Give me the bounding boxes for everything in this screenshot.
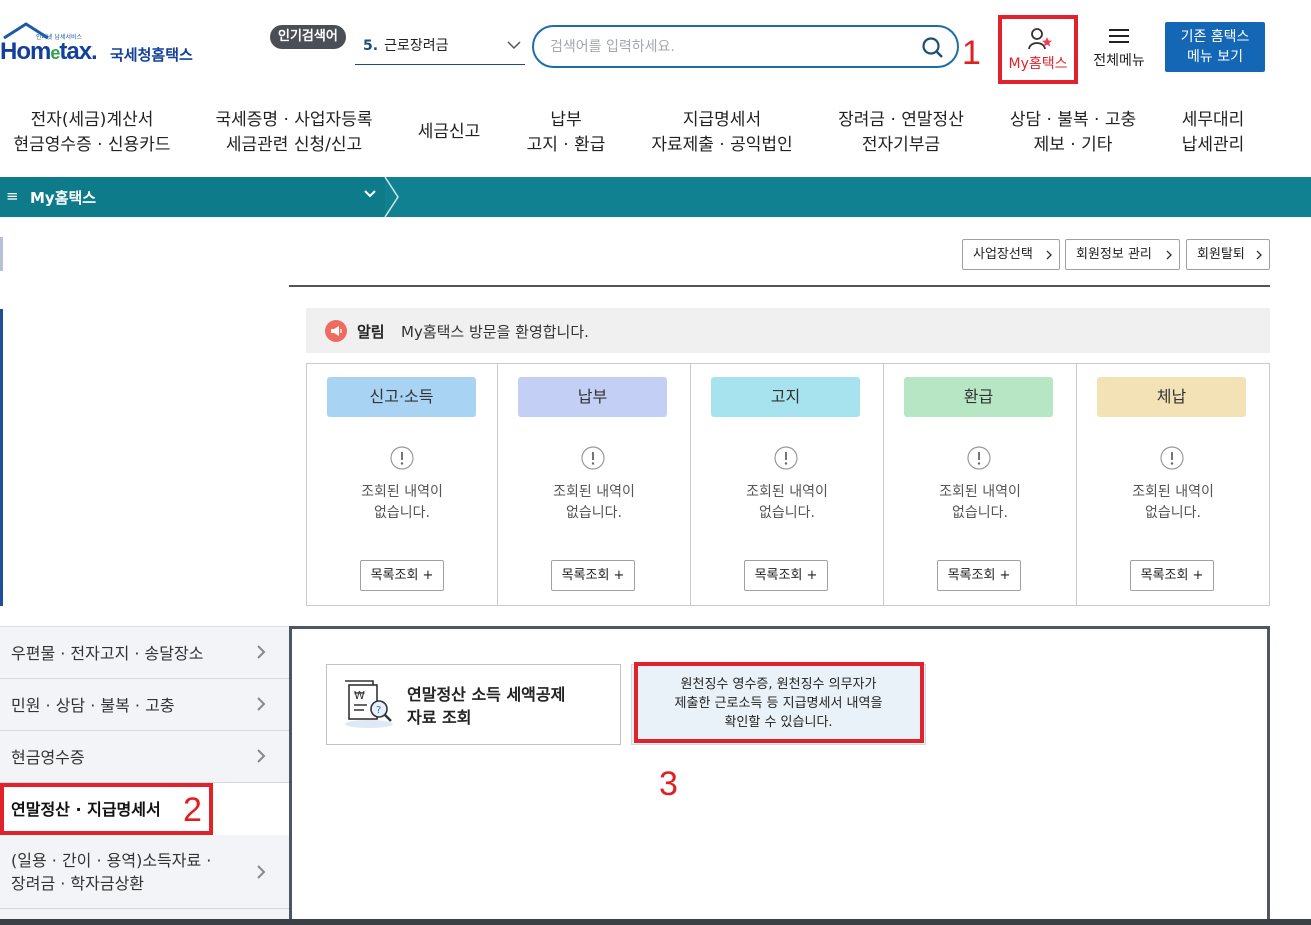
popular-search-select[interactable]: 5. 근로장려금 bbox=[355, 33, 525, 65]
nav-incentive[interactable]: 장려금 · 연말정산 전자기부금 bbox=[838, 108, 964, 158]
card-header: 신고·소득 bbox=[327, 377, 476, 417]
nav-payment-statement[interactable]: 지급명세서 자료제출 · 공익법인 bbox=[651, 108, 792, 158]
section-divider bbox=[289, 285, 1270, 287]
status-card-notice: 고지 조회된 내역이 없습니다. 목록조회 + bbox=[691, 364, 884, 605]
card-empty-text: 조회된 내역이 없습니다. bbox=[1132, 484, 1214, 521]
notice-message: My홈택스 방문을 환영합니다. bbox=[401, 323, 589, 341]
left-accent-bar bbox=[0, 309, 3, 606]
feature-title: 연말정산 소득 세액공제 자료 조회 bbox=[407, 685, 566, 727]
exclamation-icon bbox=[390, 446, 414, 470]
side-item-income-data[interactable]: (일용 · 간이 · 용역)소득자료 · 장려금 · 학자금상환 bbox=[0, 835, 290, 909]
highlight-box-3 bbox=[634, 662, 924, 743]
popular-search-badge: 인기검색어 bbox=[270, 25, 346, 49]
hometax-logo[interactable]: 인터넷 납세서비스 Hometax. 국세청홈택스 bbox=[0, 22, 210, 72]
main-navigation: 전자(세금)계산서 현금영수증 · 신용카드 국세증명 · 사업자등록 세금관련 신… bbox=[0, 96, 1311, 166]
chevron-right-icon bbox=[257, 645, 266, 659]
member-info-button[interactable]: 회원정보 관리 bbox=[1065, 239, 1180, 270]
exclamation-icon bbox=[581, 446, 605, 470]
chevron-right-icon bbox=[257, 865, 266, 879]
logo-subtitle: 국세청홈택스 bbox=[110, 46, 193, 64]
breadcrumb-menu-icon[interactable]: ≡ bbox=[6, 187, 19, 205]
svg-text:?: ? bbox=[376, 705, 381, 716]
card-empty-text: 조회된 내역이 없습니다. bbox=[939, 484, 1021, 521]
list-view-button[interactable]: 목록조회 + bbox=[360, 560, 444, 591]
document-search-icon: ₩ ? bbox=[345, 680, 393, 728]
list-view-button[interactable]: 목록조회 + bbox=[551, 560, 635, 591]
annotation-number-1: 1 bbox=[962, 34, 981, 72]
card-header: 고지 bbox=[711, 377, 860, 417]
card-empty-text: 조회된 내역이 없습니다. bbox=[553, 484, 635, 521]
side-menu: 우편물 · 전자고지 · 송달장소 민원 · 상담 · 불복 · 고충 현금영수… bbox=[0, 626, 290, 925]
status-card-filing: 신고·소득 조회된 내역이 없습니다. 목록조회 + bbox=[307, 364, 498, 605]
card-header: 체납 bbox=[1097, 377, 1246, 417]
nav-certificates[interactable]: 국세증명 · 사업자등록 세금관련 신청/신고 bbox=[216, 108, 373, 158]
hamburger-icon bbox=[1109, 29, 1129, 43]
side-item-postal[interactable]: 우편물 · 전자고지 · 송달장소 bbox=[0, 627, 290, 679]
select-business-button[interactable]: 사업장선택 bbox=[962, 239, 1060, 270]
svg-text:₩: ₩ bbox=[354, 689, 365, 702]
nav-e-invoice[interactable]: 전자(세금)계산서 현금영수증 · 신용카드 bbox=[14, 108, 171, 158]
card-empty-text: 조회된 내역이 없습니다. bbox=[746, 484, 828, 521]
annotation-number-2: 2 bbox=[183, 791, 202, 829]
side-item-label: 민원 · 상담 · 불복 · 고충 bbox=[11, 696, 175, 715]
exclamation-icon bbox=[1160, 446, 1184, 470]
breadcrumb-bar: ≡ My홈택스 bbox=[0, 177, 1311, 217]
side-item-label: (일용 · 간이 · 용역)소득자료 · 장려금 · 학자금상환 bbox=[11, 851, 212, 893]
megaphone-icon bbox=[325, 320, 347, 342]
exclamation-icon bbox=[774, 446, 798, 470]
side-item-label: 우편물 · 전자고지 · 송달장소 bbox=[11, 644, 204, 663]
card-header: 환급 bbox=[904, 377, 1053, 417]
highlight-box-2 bbox=[0, 783, 213, 835]
status-cards: 신고·소득 조회된 내역이 없습니다. 목록조회 + 납부 조회된 내역이 없습… bbox=[306, 363, 1270, 606]
nav-consultation[interactable]: 상담 · 불복 · 고충 제보 · 기타 bbox=[1010, 108, 1136, 158]
list-view-button[interactable]: 목록조회 + bbox=[744, 560, 828, 591]
nav-payment[interactable]: 납부 고지 · 환급 bbox=[527, 108, 606, 158]
left-accent-top bbox=[0, 237, 3, 271]
chevron-down-icon bbox=[507, 41, 521, 50]
popular-term: 근로장려금 bbox=[384, 38, 449, 54]
list-view-button[interactable]: 목록조회 + bbox=[937, 560, 1021, 591]
status-card-payment: 납부 조회된 내역이 없습니다. 목록조회 + bbox=[498, 364, 691, 605]
myhometax-button[interactable]: My홈택스 bbox=[998, 15, 1078, 84]
logo-brand: Hometax. bbox=[0, 38, 98, 65]
chevron-right-icon bbox=[1256, 250, 1262, 260]
card-empty-text: 조회된 내역이 없습니다. bbox=[361, 484, 443, 521]
status-card-refund: 환급 조회된 내역이 없습니다. 목록조회 + bbox=[884, 364, 1077, 605]
chevron-right-icon bbox=[257, 749, 266, 763]
chevron-right-icon bbox=[1046, 250, 1052, 260]
side-item-label: 현금영수증 bbox=[11, 748, 85, 767]
search-icon[interactable] bbox=[921, 36, 945, 60]
nav-tax-filing[interactable]: 세금신고 bbox=[418, 120, 481, 145]
chevron-right-icon bbox=[1166, 250, 1172, 260]
list-view-button[interactable]: 목록조회 + bbox=[1130, 560, 1214, 591]
chevron-down-icon[interactable] bbox=[364, 189, 376, 199]
breadcrumb-separator-icon bbox=[384, 177, 399, 217]
side-item-civil[interactable]: 민원 · 상담 · 불복 · 고충 bbox=[0, 679, 290, 731]
nav-tax-agent[interactable]: 세무대리 납세관리 bbox=[1182, 108, 1245, 158]
card-header: 납부 bbox=[518, 377, 667, 417]
legacy-menu-button[interactable]: 기존 홈택스 메뉴 보기 bbox=[1165, 22, 1265, 72]
chevron-right-icon bbox=[257, 697, 266, 711]
footer-strip bbox=[0, 919, 1311, 925]
all-menu-button[interactable]: 전체메뉴 bbox=[1088, 25, 1150, 71]
all-menu-label: 전체메뉴 bbox=[1093, 53, 1145, 69]
popular-rank: 5. bbox=[363, 38, 379, 54]
year-end-deduction-lookup-button[interactable]: ₩ ? 연말정산 소득 세액공제 자료 조회 bbox=[326, 664, 621, 745]
myhometax-label: My홈택스 bbox=[1008, 56, 1068, 72]
withdraw-button[interactable]: 회원탈퇴 bbox=[1186, 239, 1270, 270]
notice-bar: 알림 My홈택스 방문을 환영합니다. bbox=[306, 308, 1270, 353]
annotation-number-3: 3 bbox=[659, 765, 678, 803]
search-box bbox=[532, 25, 959, 68]
side-item-cash-receipt[interactable]: 현금영수증 bbox=[0, 731, 290, 783]
exclamation-icon bbox=[967, 446, 991, 470]
status-card-arrears: 체납 조회된 내역이 없습니다. 목록조회 + bbox=[1077, 364, 1269, 605]
user-star-icon bbox=[1028, 28, 1052, 50]
search-input[interactable] bbox=[550, 35, 910, 59]
breadcrumb-title[interactable]: My홈택스 bbox=[30, 187, 96, 208]
notice-label: 알림 bbox=[357, 323, 385, 341]
